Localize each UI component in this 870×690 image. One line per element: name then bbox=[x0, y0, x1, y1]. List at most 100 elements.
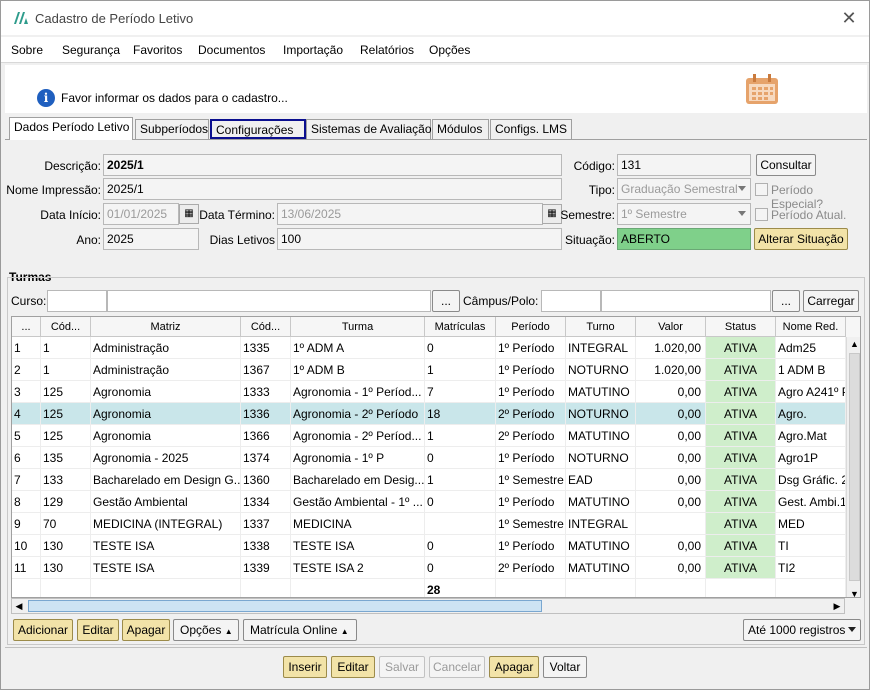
column-header-turno[interactable]: Turno bbox=[566, 317, 636, 337]
data-inicio-calendar-icon[interactable]: ▦ bbox=[179, 204, 199, 224]
table-row[interactable]: 11 130 TESTE ISA 1339 TESTE ISA 2 0 2º Período… bbox=[12, 557, 846, 579]
scroll-up-icon[interactable]: ▲ bbox=[847, 337, 860, 351]
semestre-select[interactable]: 1º Semestre bbox=[617, 203, 751, 225]
tab-subperiodos[interactable]: Subperíodos bbox=[135, 119, 209, 139]
campus-name-input[interactable] bbox=[601, 290, 771, 312]
cell-valor: 0,00 bbox=[636, 425, 706, 447]
campus-search-button[interactable]: ... bbox=[772, 290, 800, 312]
cell-matriz: Agronomia bbox=[91, 381, 241, 403]
table-row[interactable]: 4 125 Agronomia 1336 Agronomia - 2º Período 1… bbox=[12, 403, 846, 425]
cell-valor: 0,00 bbox=[636, 403, 706, 425]
table-row[interactable]: 5 125 Agronomia 1366 Agronomia - 2º Períod..… bbox=[12, 425, 846, 447]
horizontal-scroll-thumb[interactable] bbox=[28, 600, 542, 612]
cell-turma-code: 1336 bbox=[241, 403, 291, 425]
horizontal-scrollbar[interactable]: ◀ ▶ bbox=[11, 598, 845, 614]
curso-search-button[interactable]: ... bbox=[432, 290, 460, 312]
consultar-button[interactable]: Consultar bbox=[756, 154, 816, 176]
data-inicio-field[interactable]: 01/01/2025 bbox=[103, 203, 179, 225]
tab-dados-periodo-letivo[interactable]: Dados Período Letivo bbox=[9, 117, 133, 140]
data-termino-label: Data Término: bbox=[199, 208, 275, 222]
adicionar-button[interactable]: Adicionar bbox=[13, 619, 73, 641]
totals-cell bbox=[496, 579, 566, 597]
tipo-select[interactable]: Graduação Semestral bbox=[617, 178, 751, 200]
cell-turno: EAD bbox=[566, 469, 636, 491]
tab-modulos[interactable]: Módulos bbox=[432, 119, 489, 139]
table-row[interactable]: 1 1 Administração 1335 1º ADM A 0 1º Período IN… bbox=[12, 337, 846, 359]
totals-cell bbox=[566, 579, 636, 597]
dias-letivos-field[interactable]: 100 bbox=[277, 228, 562, 250]
menu-opcoes[interactable]: Opções bbox=[429, 43, 470, 57]
menu-importacao[interactable]: Importação bbox=[283, 43, 343, 57]
matricula-online-dropdown[interactable]: Matrícula Online ▲ bbox=[243, 619, 357, 641]
column-header-matriz[interactable]: Matriz bbox=[91, 317, 241, 337]
column-header-row-num[interactable]: ... bbox=[12, 317, 41, 337]
editar-row-button[interactable]: Editar bbox=[77, 619, 119, 641]
cell-status: ATIVA bbox=[706, 535, 776, 557]
scroll-left-icon[interactable]: ◀ bbox=[12, 599, 26, 613]
menu-seguranca[interactable]: Segurança bbox=[62, 43, 120, 57]
alterar-situacao-button[interactable]: Alterar Situação bbox=[754, 228, 848, 250]
inserir-button[interactable]: Inserir bbox=[283, 656, 327, 678]
column-header-periodo[interactable]: Período bbox=[496, 317, 566, 337]
column-header-curso-code[interactable]: Cód... bbox=[41, 317, 91, 337]
opcoes-dropdown[interactable]: Opções ▲ bbox=[173, 619, 239, 641]
cell-periodo: 1º Período bbox=[496, 381, 566, 403]
salvar-button[interactable]: Salvar bbox=[379, 656, 425, 678]
codigo-field[interactable]: 131 bbox=[617, 154, 751, 176]
scroll-right-icon[interactable]: ▶ bbox=[830, 599, 844, 613]
scroll-down-icon[interactable]: ▼ bbox=[847, 587, 860, 597]
info-bar: i Favor informar os dados para o cadastr… bbox=[5, 65, 867, 113]
menu-favoritos[interactable]: Favoritos bbox=[133, 43, 182, 57]
semestre-value: 1º Semestre bbox=[621, 207, 687, 221]
column-header-matriculas[interactable]: Matrículas bbox=[425, 317, 496, 337]
vertical-scroll-thumb[interactable] bbox=[849, 353, 860, 581]
table-row[interactable]: 2 1 Administração 1367 1º ADM B 1 1º Período NO… bbox=[12, 359, 846, 381]
table-row[interactable]: 10 130 TESTE ISA 1338 TESTE ISA 0 1º Período MA… bbox=[12, 535, 846, 557]
ano-field[interactable]: 2025 bbox=[103, 228, 199, 250]
table-row[interactable]: 6 135 Agronomia - 2025 1374 Agronomia - 1º P… bbox=[12, 447, 846, 469]
cell-turno: MATUTINO bbox=[566, 381, 636, 403]
tab-sistemas-de-avaliacao[interactable]: Sistemas de Avaliação bbox=[306, 119, 432, 139]
tab-configuracoes[interactable]: Configurações bbox=[210, 119, 306, 139]
cell-turno: NOTURNO bbox=[566, 447, 636, 469]
voltar-button[interactable]: Voltar bbox=[543, 656, 587, 678]
cell-status: ATIVA bbox=[706, 403, 776, 425]
vertical-scrollbar[interactable]: ▲ ▼ bbox=[846, 337, 860, 597]
table-row[interactable]: 7 133 Bacharelado em Design G... 1360 Bachar… bbox=[12, 469, 846, 491]
cell-matriz: MEDICINA (INTEGRAL) bbox=[91, 513, 241, 535]
periodo-atual-checkbox[interactable] bbox=[755, 208, 768, 221]
totals-cell bbox=[91, 579, 241, 597]
cell-curso-code: 1 bbox=[41, 337, 91, 359]
tab-configs-lms[interactable]: Configs. LMS bbox=[490, 119, 572, 139]
totals-row: 28 bbox=[12, 579, 846, 597]
tipo-value: Graduação Semestral bbox=[621, 182, 738, 196]
close-icon[interactable]: ✕ bbox=[839, 8, 859, 28]
cell-row-num: 2 bbox=[12, 359, 41, 381]
column-header-nome-red[interactable]: Nome Red. bbox=[776, 317, 846, 337]
apagar-button[interactable]: Apagar bbox=[489, 656, 539, 678]
column-header-valor[interactable]: Valor bbox=[636, 317, 706, 337]
column-header-turma[interactable]: Turma bbox=[291, 317, 425, 337]
table-row[interactable]: 3 125 Agronomia 1333 Agronomia - 1º Períod..… bbox=[12, 381, 846, 403]
menu-documentos[interactable]: Documentos bbox=[198, 43, 265, 57]
column-header-status[interactable]: Status bbox=[706, 317, 776, 337]
editar-button[interactable]: Editar bbox=[331, 656, 375, 678]
data-termino-field[interactable]: 13/06/2025 bbox=[277, 203, 543, 225]
nome-impressao-field[interactable]: 2025/1 bbox=[103, 178, 562, 200]
descricao-field[interactable]: 2025/1 bbox=[103, 154, 562, 176]
registros-select[interactable]: Até 1000 registros bbox=[743, 619, 861, 641]
menu-relatorios[interactable]: Relatórios bbox=[360, 43, 414, 57]
table-row[interactable]: 8 129 Gestão Ambiental 1334 Gestão Ambiental… bbox=[12, 491, 846, 513]
cancelar-button[interactable]: Cancelar bbox=[429, 656, 485, 678]
menu-sobre[interactable]: Sobre bbox=[11, 43, 43, 57]
cell-matriz: Agronomia - 2025 bbox=[91, 447, 241, 469]
curso-name-input[interactable] bbox=[107, 290, 431, 312]
column-header-turma-code[interactable]: Cód... bbox=[241, 317, 291, 337]
carregar-button[interactable]: Carregar bbox=[803, 290, 859, 312]
curso-code-input[interactable] bbox=[47, 290, 107, 312]
campus-code-input[interactable] bbox=[541, 290, 601, 312]
table-row[interactable]: 9 70 MEDICINA (INTEGRAL) 1337 MEDICINA 1º Sem… bbox=[12, 513, 846, 535]
cell-turma: Agronomia - 2º Período bbox=[291, 403, 425, 425]
apagar-row-button[interactable]: Apagar bbox=[122, 619, 170, 641]
periodo-especial-checkbox[interactable] bbox=[755, 183, 768, 196]
